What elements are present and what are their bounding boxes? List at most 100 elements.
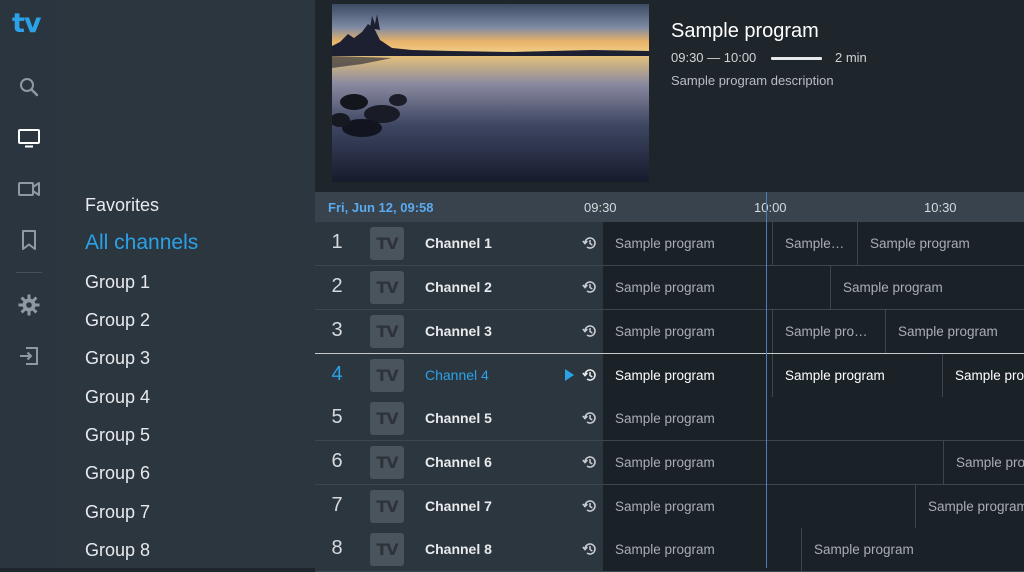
group-5[interactable]: Group 5: [85, 425, 150, 446]
program-cell[interactable]: Sample program: [603, 354, 772, 397]
channel-name: Channel 6: [425, 454, 492, 470]
gear-icon[interactable]: [17, 293, 41, 317]
exit-icon[interactable]: [17, 344, 41, 368]
group-favorites[interactable]: Favorites: [85, 195, 159, 216]
channel-row[interactable]: 2 TV Channel 2 Sample program Sample pro…: [315, 266, 1024, 310]
channel-logo: TV: [370, 446, 404, 479]
channel-number: 8: [331, 537, 343, 559]
preview-duration: 2 min: [835, 50, 867, 65]
channel-row[interactable]: 8 TV Channel 8 Sample program Sample pro…: [315, 528, 1024, 572]
play-icon[interactable]: [565, 369, 574, 381]
time-tick: 10:00: [754, 200, 787, 215]
group-6[interactable]: Group 6: [85, 463, 150, 484]
channel-info: 5 TV Channel 5: [315, 397, 603, 440]
channel-row[interactable]: 7 TV Channel 7 Sample program Sample pro…: [315, 485, 1024, 529]
channel-row-selected[interactable]: 4 TV Channel 4 Sample program Sample pro…: [315, 353, 1024, 397]
history-icon[interactable]: [582, 323, 598, 339]
preview-description: Sample program description: [671, 73, 834, 88]
channel-name: Channel 7: [425, 498, 492, 514]
search-icon[interactable]: [17, 75, 41, 99]
program-cell[interactable]: Sample program: [857, 222, 1024, 265]
rail-divider: [16, 272, 42, 273]
channel-name: Channel 8: [425, 541, 492, 557]
channel-info: 2 TV Channel 2: [315, 266, 603, 309]
group-8[interactable]: Group 8: [85, 540, 150, 561]
program-strip: Sample program Sample program: [603, 266, 1024, 309]
program-cell[interactable]: Sample program: [603, 485, 915, 528]
channel-name: Channel 3: [425, 323, 492, 339]
channel-info: 1 TV Channel 1: [315, 222, 603, 265]
program-strip: Sample program Sample program Sample pro…: [603, 310, 1024, 353]
program-cell[interactable]: Sample program: [603, 441, 943, 484]
time-tick: 10:30: [924, 200, 957, 215]
program-strip: Sample program Sample program: [603, 528, 1024, 571]
program-cell[interactable]: Sample program: [801, 528, 1024, 571]
channel-info: 8 TV Channel 8: [315, 528, 603, 571]
channel-row[interactable]: 5 TV Channel 5 Sample program: [315, 397, 1024, 441]
channel-info: 6 TV Channel 6: [315, 441, 603, 484]
program-strip: Sample program Sample program: [603, 441, 1024, 484]
channel-number: 5: [331, 406, 343, 428]
program-cell[interactable]: Sample program: [603, 310, 772, 353]
program-cell[interactable]: Sample program: [603, 528, 801, 571]
group-all-channels[interactable]: All channels: [85, 231, 198, 255]
history-icon[interactable]: [582, 498, 598, 514]
channel-logo: TV: [370, 227, 404, 260]
channel-logo: TV: [370, 271, 404, 304]
bookmark-icon[interactable]: [17, 228, 41, 252]
channel-info: 7 TV Channel 7: [315, 485, 603, 528]
program-cell[interactable]: Sample program: [943, 441, 1024, 484]
current-time-indicator: [766, 192, 767, 568]
program-strip: Sample program Sample program: [603, 485, 1024, 528]
channel-name: Channel 5: [425, 410, 492, 426]
channel-name: Channel 1: [425, 235, 492, 251]
timeline-header: Fri, Jun 12, 09:58 09:30 10:00 10:30: [315, 192, 1024, 222]
channel-name: Channel 2: [425, 279, 492, 295]
tv-icon[interactable]: [17, 126, 41, 150]
program-cell[interactable]: Sample program: [603, 266, 830, 309]
channel-logo: TV: [370, 315, 404, 348]
channel-number: 7: [331, 494, 343, 516]
program-cell[interactable]: Sample program: [772, 222, 857, 265]
program-cell[interactable]: Sample program: [772, 354, 942, 397]
channel-row[interactable]: 6 TV Channel 6 Sample program Sample pro…: [315, 441, 1024, 485]
program-cell[interactable]: Sample program: [942, 354, 1024, 397]
history-icon[interactable]: [582, 235, 598, 251]
group-2[interactable]: Group 2: [85, 310, 150, 331]
history-icon[interactable]: [582, 279, 598, 295]
channel-logo: TV: [370, 490, 404, 523]
nav-rail: tv: [0, 0, 58, 568]
video-camera-icon[interactable]: [17, 177, 41, 201]
program-cell[interactable]: Sample program: [885, 310, 1024, 353]
program-strip: Sample program: [603, 397, 1024, 440]
group-1[interactable]: Group 1: [85, 272, 150, 293]
channel-number: 3: [331, 319, 343, 341]
channel-number: 6: [331, 450, 343, 472]
channel-row[interactable]: 3 TV Channel 3 Sample program Sample pro…: [315, 310, 1024, 354]
channel-number: 4: [331, 363, 343, 385]
channel-info: 3 TV Channel 3: [315, 310, 603, 353]
program-cell[interactable]: Sample program: [772, 310, 885, 353]
group-4[interactable]: Group 4: [85, 387, 150, 408]
app-logo: tv: [12, 8, 41, 39]
program-cell[interactable]: Sample program: [830, 266, 1024, 309]
channel-row[interactable]: 1 TV Channel 1 Sample program Sample pro…: [315, 222, 1024, 266]
history-icon[interactable]: [582, 454, 598, 470]
history-icon[interactable]: [582, 410, 598, 426]
group-3[interactable]: Group 3: [85, 348, 150, 369]
preview-thumbnail[interactable]: [332, 4, 649, 182]
channel-logo: TV: [370, 533, 404, 566]
history-icon[interactable]: [582, 541, 598, 557]
program-strip: Sample program Sample program Sample pro…: [603, 222, 1024, 265]
group-7[interactable]: Group 7: [85, 502, 150, 523]
preview-title: Sample program: [671, 20, 819, 42]
program-cell[interactable]: Sample program: [915, 485, 1024, 528]
channel-number: 1: [331, 231, 343, 253]
program-strip: Sample program Sample program Sample pro…: [603, 354, 1024, 397]
current-datetime: Fri, Jun 12, 09:58: [328, 200, 434, 215]
program-cell[interactable]: Sample program: [603, 222, 772, 265]
program-preview: Sample program 09:30 — 10:00 2 min Sampl…: [315, 0, 1024, 191]
history-icon[interactable]: [582, 367, 598, 383]
channel-logo: TV: [370, 359, 404, 392]
program-cell[interactable]: Sample program: [603, 397, 1024, 440]
